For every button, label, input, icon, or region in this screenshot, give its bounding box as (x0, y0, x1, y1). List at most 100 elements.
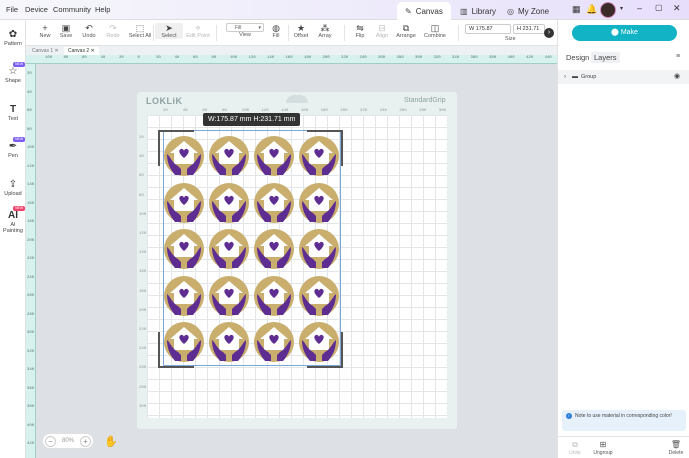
tab-library[interactable]: ▥ Library (452, 2, 504, 20)
combine-button[interactable]: ◫ Combine (421, 23, 449, 39)
array-button[interactable]: ⁂ Array (311, 23, 339, 39)
selection-handle[interactable] (158, 366, 194, 368)
mat-scale-label: 160 (139, 270, 147, 275)
zoom-out-button[interactable]: − (45, 436, 56, 447)
ruler-tick-label: 40 (174, 56, 180, 60)
ruler-tick-label: 20 (119, 56, 124, 60)
delete-button[interactable]: 🗑 Delete (662, 440, 689, 456)
bell-icon[interactable]: 🔔 (586, 4, 597, 15)
select-all-button[interactable]: ⬚ Select All (126, 23, 154, 39)
ruler-tick-label: 220 (27, 257, 35, 261)
menu-help[interactable]: Help (95, 5, 110, 14)
sticker[interactable] (209, 229, 249, 269)
sticker[interactable] (299, 229, 339, 269)
sticker[interactable] (164, 229, 204, 269)
shape-tool[interactable]: NEW ☆ Shape (0, 62, 26, 84)
avatar[interactable] (600, 2, 616, 18)
pen-icon: ✒ (8, 141, 18, 152)
menu-community[interactable]: Community (53, 5, 91, 14)
unite-button[interactable]: ⧉ Unite (561, 440, 589, 456)
edit-point-button[interactable]: ⌖ Edit Point (184, 23, 212, 39)
chevron-right-icon[interactable]: › (544, 28, 554, 38)
sticker[interactable] (209, 322, 249, 362)
arrange-button[interactable]: ⧉ Arrange (392, 23, 420, 39)
mat-scale-label: 80 (139, 193, 144, 198)
ruler-tick-label: 260 (378, 56, 386, 60)
home-hands-icon (302, 234, 336, 268)
ruler-tick-label: 240 (359, 56, 367, 60)
sticker[interactable] (299, 322, 339, 362)
menu-file[interactable]: File (6, 5, 18, 14)
sticker[interactable] (299, 182, 339, 223)
select-button[interactable]: ➤ Select (155, 23, 183, 39)
sticker[interactable] (254, 136, 294, 176)
ruler-tick-label: 300 (27, 331, 35, 335)
layers-menu-icon[interactable]: ≡ (676, 53, 680, 60)
ungroup-button[interactable]: ⊞ Ungroup (589, 440, 617, 456)
redo-button[interactable]: ↷ Redo (99, 23, 127, 39)
tab-layers[interactable]: Layers (591, 52, 620, 63)
ruler-tick-label: 40 (27, 90, 32, 95)
tab-my-zone[interactable]: ◎ My Zone (499, 2, 557, 20)
sticker[interactable] (164, 322, 204, 362)
sticker[interactable] (209, 182, 249, 223)
mat-scale-label: 200 (340, 109, 348, 113)
ruler-tick-label: 80 (63, 56, 69, 60)
ruler-tick-label: 240 (27, 275, 35, 280)
minimize-icon[interactable]: – (637, 3, 642, 13)
title-bar: File Device Community Help ✎ Canvas ▥ Li… (0, 0, 689, 20)
sticker[interactable] (164, 136, 204, 176)
sticker-group[interactable] (164, 136, 340, 366)
selection-handle[interactable] (158, 130, 194, 132)
eye-icon[interactable]: ◉ (674, 70, 680, 84)
upload-tool[interactable]: ⇪ Upload (0, 179, 26, 197)
sticker[interactable] (254, 229, 294, 269)
layer-row-group[interactable]: › ▬ Group ◉ (558, 70, 689, 84)
chevron-right-icon[interactable]: › (564, 70, 566, 84)
make-button[interactable]: ⬤ Make (572, 25, 677, 41)
mat-scale-label: 160 (300, 109, 309, 113)
height-field[interactable]: H 231.71 (513, 24, 545, 34)
hand-icon[interactable]: ✋ (104, 435, 118, 448)
sticker[interactable] (209, 136, 249, 176)
doc-tab-canvas-2[interactable]: Canvas 2 ✕ (64, 47, 99, 55)
sticker[interactable] (299, 275, 339, 316)
selection-handle[interactable] (158, 130, 160, 166)
close-icon[interactable]: ✕ (673, 3, 681, 14)
sticker[interactable] (254, 322, 294, 362)
zoom-in-button[interactable]: + (80, 436, 91, 447)
home-hands-icon (167, 234, 201, 268)
sticker[interactable] (164, 275, 204, 316)
chevron-down-icon[interactable]: ▾ (620, 5, 623, 12)
selection-handle[interactable] (307, 366, 343, 368)
maximize-icon[interactable]: ▢ (655, 3, 663, 12)
pen-tool[interactable]: NEW ✒ Pen (0, 137, 26, 159)
selection-handle[interactable] (341, 130, 343, 166)
menu-device[interactable]: Device (25, 5, 48, 14)
tab-design[interactable]: Design (566, 53, 589, 62)
sticker[interactable] (254, 182, 294, 223)
home-hands-icon (302, 327, 336, 361)
ruler-tick-label: 400 (507, 56, 515, 60)
trash-icon: 🗑 (670, 440, 682, 449)
fill-icon: ◍ (272, 23, 280, 33)
pattern-tool[interactable]: ✿ Pattern (0, 29, 26, 47)
ruler-tick-label: 100 (27, 146, 35, 150)
ai-painting-tool[interactable]: NEW AI AI Painting (0, 206, 26, 234)
sticker[interactable] (164, 182, 204, 223)
selection-handle[interactable] (158, 332, 160, 368)
calendar-icon[interactable]: ▦ (572, 4, 581, 15)
sticker[interactable] (254, 275, 294, 316)
selection-handle[interactable] (341, 332, 343, 368)
width-field[interactable]: W 175.87 (465, 24, 511, 34)
view-dropdown[interactable]: Fill ▾ View (226, 23, 264, 38)
sticker[interactable] (209, 275, 249, 316)
tab-canvas[interactable]: ✎ Canvas (397, 2, 451, 20)
sticker[interactable] (299, 136, 339, 176)
selection-handle[interactable] (307, 130, 343, 132)
ungroup-icon: ⊞ (599, 440, 607, 449)
fill-button[interactable]: ◍ Fill (262, 23, 290, 39)
doc-tab-canvas-1[interactable]: Canvas 1 ✕ (28, 47, 63, 55)
text-tool[interactable]: T Text (0, 104, 26, 122)
mat-scale-label: 40 (139, 155, 144, 160)
